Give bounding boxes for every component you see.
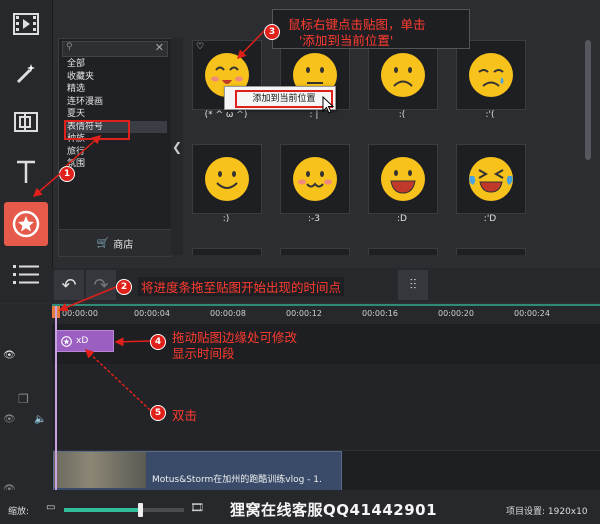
status-bar: 缩放: ▭ 🎞 狸窝在线客服QQ41442901 项目设置: 1920x10: [0, 490, 600, 524]
zoom-label: 缩放:: [8, 507, 30, 517]
zoom-out-icon[interactable]: ▭: [46, 502, 55, 513]
zoom-slider-fill: [64, 508, 140, 512]
project-settings[interactable]: 项目设置: 1920x10: [506, 504, 588, 517]
annotation-arrows: [32, 30, 265, 411]
zoom-slider-handle[interactable]: [137, 503, 143, 517]
zoom-in-icon[interactable]: 🎞: [190, 501, 204, 514]
zoom-slider[interactable]: [64, 503, 184, 517]
watermark-text: 狸窝在线客服QQ41442901: [230, 501, 437, 519]
